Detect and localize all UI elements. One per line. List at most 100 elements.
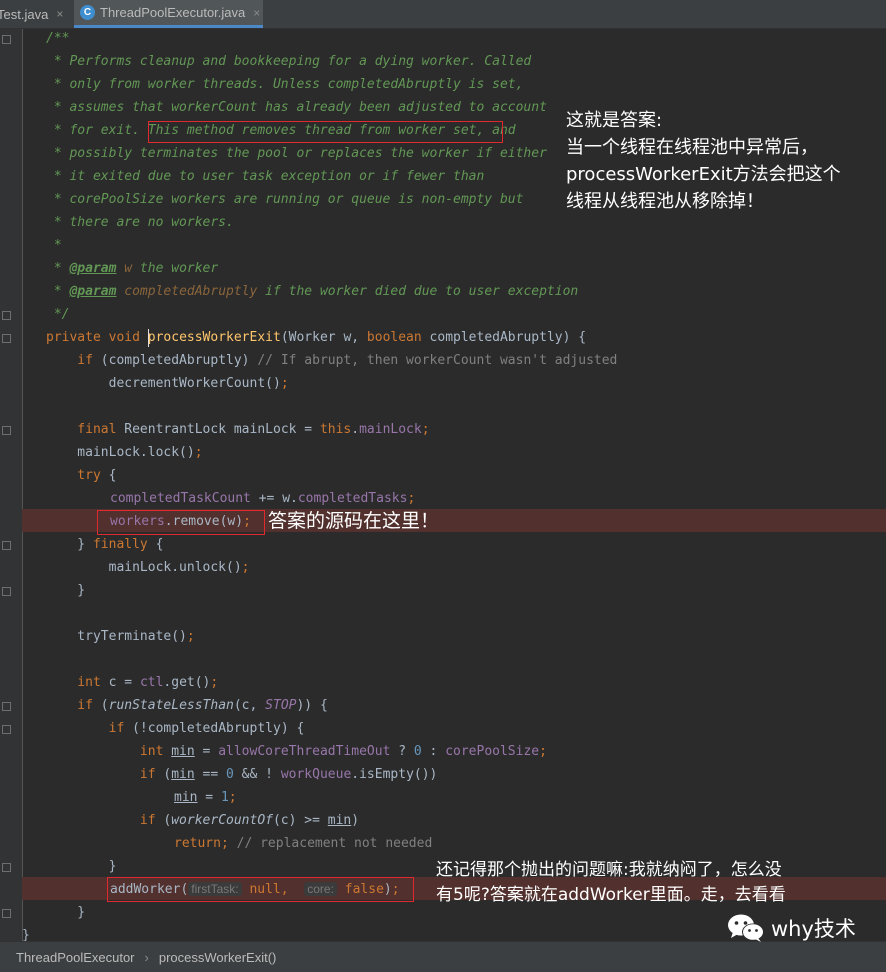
code-text: (!completedAbruptly) { <box>124 721 305 736</box>
semicolon: ; <box>280 376 289 391</box>
variable: min <box>171 744 195 759</box>
method-signature: private void processWorkerExit(Worker w,… <box>46 326 586 349</box>
comment: // If abrupt, then workerCount wasn't ad… <box>257 353 618 368</box>
static-method: runStateLessThan <box>108 698 234 713</box>
code-text: .get() <box>163 675 211 690</box>
annotation-line: 线程从线程池从移除掉！ <box>566 191 764 212</box>
code-line: return; // replacement not needed <box>174 832 432 855</box>
annotation-line: 这就是答案: <box>566 110 663 131</box>
code-text: completedAbruptly) { <box>421 330 587 345</box>
fold-marker-icon[interactable] <box>2 311 11 320</box>
annotation-source: 答案的源码在这里！ <box>268 510 440 532</box>
breadcrumb-method[interactable]: processWorkerExit() <box>159 950 277 965</box>
code-text: * for exit. <box>46 123 140 138</box>
fold-marker-icon[interactable] <box>2 725 11 734</box>
watermark: why技术 <box>727 913 856 943</box>
breadcrumb-class[interactable]: ThreadPoolExecutor <box>16 950 135 965</box>
watermark-text: why技术 <box>771 917 856 941</box>
fold-marker-icon[interactable] <box>2 909 11 918</box>
code-text: the worker <box>132 261 219 276</box>
breadcrumb: ThreadPoolExecutor › processWorkerExit() <box>0 941 886 972</box>
code-text: . <box>351 422 360 437</box>
code-line: mainLock.lock(); <box>46 441 202 464</box>
tab-label: Test.java <box>0 6 49 22</box>
fold-marker-icon[interactable] <box>2 541 11 550</box>
annotation-question: 还记得那个抛出的问题嘛:我就纳闷了，怎么没 有5呢?答案就在addWorker里… <box>436 858 786 908</box>
code-line: int c = ctl.get(); <box>46 671 218 694</box>
code-text: } <box>46 537 93 552</box>
code-line: if (workerCountOf(c) >= min) <box>46 809 359 832</box>
annotation-line: 还记得那个抛出的问题嘛:我就纳闷了，怎么没 <box>436 860 782 880</box>
editor-tab-bar: Test.java × C ThreadPoolExecutor.java × <box>0 0 886 29</box>
keyword: final <box>46 422 117 437</box>
fold-marker-icon[interactable] <box>2 863 11 872</box>
code-line: /** <box>46 31 70 46</box>
fold-marker-icon[interactable] <box>2 587 11 596</box>
close-icon[interactable]: × <box>253 6 260 20</box>
code-text: && ! <box>233 767 281 782</box>
text-caret <box>148 329 149 347</box>
annotation-line: 当一个线程在线程池中异常后， <box>566 137 818 158</box>
code-text: mainLock.lock() <box>46 445 195 460</box>
keyword: private <box>46 330 101 345</box>
variable: min <box>171 767 195 782</box>
number: 0 <box>226 767 234 782</box>
code-text: ( <box>155 767 172 782</box>
code-text: decrementWorkerCount() <box>46 376 281 391</box>
code-line: decrementWorkerCount(); <box>46 372 289 395</box>
code-text: c = <box>100 675 140 690</box>
keyword: finally <box>92 537 148 552</box>
highlight-box <box>97 510 265 535</box>
code-text: if the worker died due to user exception <box>257 284 579 299</box>
code-line: } finally { <box>46 533 163 556</box>
method-name[interactable]: processWorkerExit <box>148 330 281 345</box>
code-text: : <box>421 744 446 759</box>
comment: // replacement not needed <box>228 836 433 851</box>
code-line: * possibly terminates the pool or replac… <box>46 146 547 161</box>
keyword: if <box>46 353 93 368</box>
code-text: (c) >= <box>272 813 328 828</box>
semicolon: ; <box>220 836 229 851</box>
close-icon[interactable]: × <box>56 7 63 21</box>
annotation-answer: 这就是答案: 当一个线程在线程池中异常后， processWorkerExit方… <box>566 107 841 215</box>
javadoc-tag: @param <box>69 261 117 276</box>
code-text: = <box>197 790 221 805</box>
fold-marker-icon[interactable] <box>2 702 11 711</box>
keyword: if <box>46 721 125 736</box>
javadoc-tag: @param <box>69 284 117 299</box>
field: corePoolSize <box>445 744 540 759</box>
code-text: tryTerminate() <box>46 629 187 644</box>
tab-threadpoolexecutor-java[interactable]: C ThreadPoolExecutor.java × <box>74 0 263 28</box>
fold-marker-icon[interactable] <box>2 334 11 343</box>
code-line: if (min == 0 && ! workQueue.isEmpty()) <box>46 763 437 786</box>
code-text: ? <box>390 744 414 759</box>
javadoc-param: w <box>116 261 133 276</box>
keyword: if <box>46 813 156 828</box>
code-text: ( <box>155 813 172 828</box>
field: ctl <box>139 675 164 690</box>
tab-test-java[interactable]: Test.java × <box>0 0 69 28</box>
code-line: * <box>46 238 62 253</box>
annotation-line: processWorkerExit方法会把这个 <box>566 164 841 185</box>
code-text: += w. <box>250 491 298 506</box>
code-text: * <box>46 261 70 276</box>
fold-marker-icon[interactable] <box>2 426 11 435</box>
code-line: int min = allowCoreThreadTimeOut ? 0 : c… <box>140 740 547 763</box>
field: completedTasks <box>297 491 408 506</box>
code-text: (Worker w, <box>280 330 367 345</box>
fold-marker-icon[interactable] <box>2 35 11 44</box>
code-line: * only from worker threads. Unless compl… <box>46 77 524 92</box>
code-line: */ <box>46 307 70 322</box>
chevron-right-icon: › <box>144 949 149 965</box>
code-line: if (!completedAbruptly) { <box>46 717 305 740</box>
editor-gutter[interactable] <box>0 29 22 941</box>
code-line: * corePoolSize workers are running or qu… <box>46 192 524 207</box>
field: allowCoreThreadTimeOut <box>218 744 391 759</box>
code-text: = <box>194 744 219 759</box>
keyword: if <box>46 698 93 713</box>
code-text: * <box>46 284 70 299</box>
keyword: if <box>46 767 156 782</box>
variable: min <box>327 813 352 828</box>
code-text: ReentrantLock mainLock = <box>116 422 320 437</box>
code-line: if (runStateLessThan(c, STOP)) { <box>46 694 328 717</box>
